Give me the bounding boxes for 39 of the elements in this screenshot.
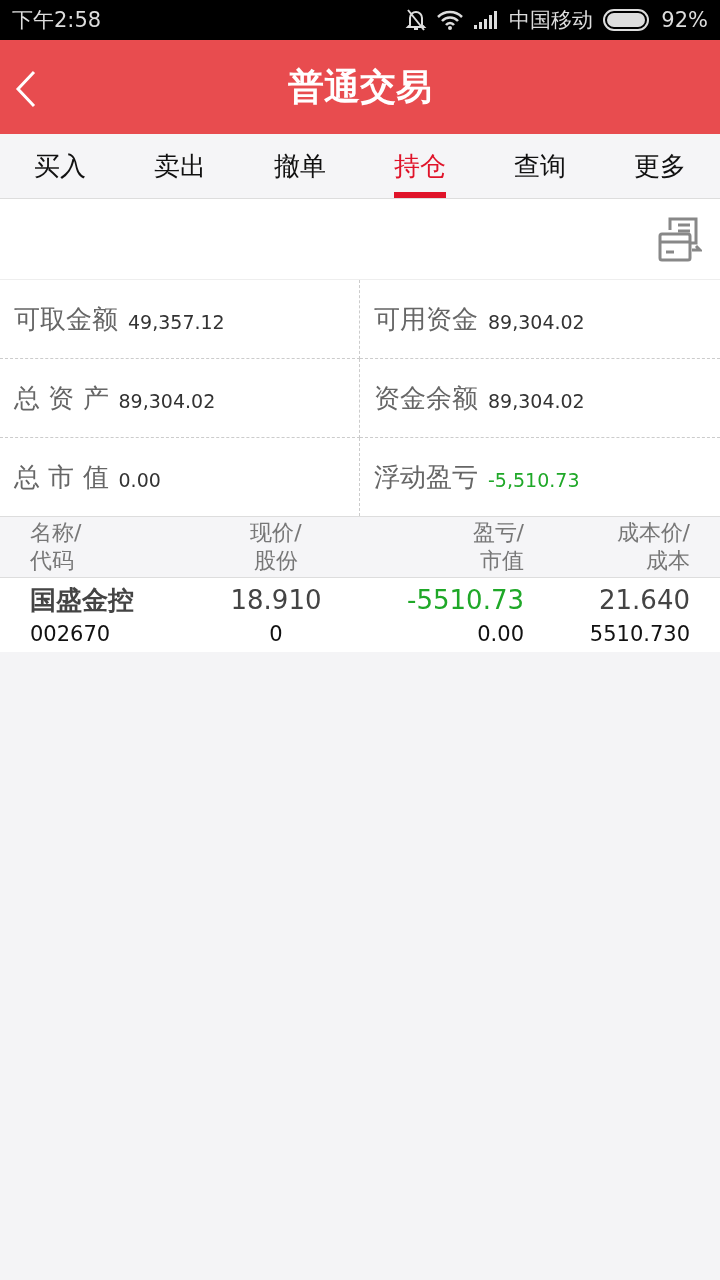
page-title: 普通交易 bbox=[288, 64, 432, 109]
carrier-name: 中国移动 bbox=[509, 7, 594, 34]
field-value: 89,304.02 bbox=[488, 390, 585, 412]
bell-off-icon bbox=[405, 8, 428, 32]
tab[interactable]: 撤单 bbox=[240, 134, 360, 198]
column-header: 成本价/ 成本 bbox=[615, 519, 690, 575]
table-cell-text: 18.910 bbox=[229, 584, 323, 617]
signal-icon bbox=[473, 10, 500, 30]
field-label: 总 市 值 bbox=[14, 460, 109, 494]
column-header: 现价/ 股份 bbox=[249, 519, 303, 575]
field-label: 可用资金 bbox=[374, 302, 478, 336]
tab[interactable]: 买入 bbox=[0, 134, 120, 198]
tab[interactable]: 查询 bbox=[480, 134, 600, 198]
stock-code: 002670 bbox=[30, 621, 112, 648]
field-value: -5,510.73 bbox=[488, 469, 580, 491]
table-cell-text: 21.640 bbox=[598, 584, 690, 617]
field-value: 49,357.12 bbox=[128, 311, 225, 333]
status-time: 下午2:58 bbox=[12, 7, 102, 34]
field-value: 0.00 bbox=[118, 469, 161, 491]
column-header: 盈亏/ 市值 bbox=[471, 519, 524, 575]
field-value: 89,304.02 bbox=[488, 311, 585, 333]
column-header: 名称/ 代码 bbox=[30, 519, 83, 575]
tab[interactable]: 更多 bbox=[600, 134, 720, 198]
field-label: 可取金额 bbox=[14, 302, 118, 336]
card-transfer-icon[interactable] bbox=[658, 216, 702, 262]
battery-level: 92% bbox=[661, 8, 708, 32]
back-button[interactable] bbox=[14, 70, 38, 108]
table-cell-text: 5510.730 bbox=[588, 621, 690, 648]
wifi-icon bbox=[437, 10, 464, 30]
table-cell-text: -5510.73 bbox=[406, 584, 524, 617]
tab[interactable]: 卖出 bbox=[120, 134, 240, 198]
field-label: 总 资 产 bbox=[14, 381, 109, 415]
battery-icon bbox=[603, 9, 652, 31]
table-cell-text: 0.00 bbox=[476, 621, 524, 648]
field-label: 浮动盈亏 bbox=[374, 460, 478, 494]
stock-name: 国盛金控 bbox=[30, 584, 135, 617]
field-label: 资金余额 bbox=[374, 381, 478, 415]
field-value: 89,304.02 bbox=[118, 390, 216, 412]
table-cell-text: 0 bbox=[268, 621, 284, 648]
